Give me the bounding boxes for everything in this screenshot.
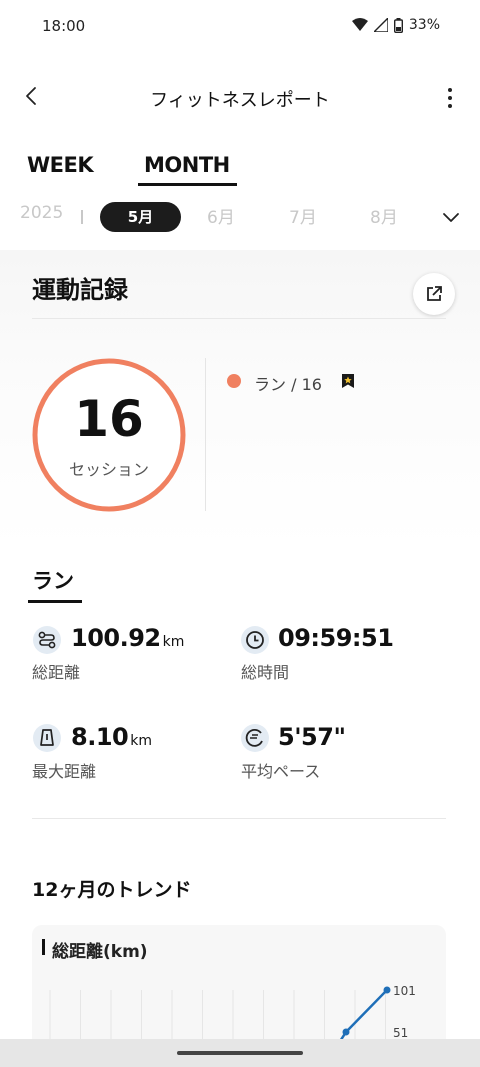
- status-bar: 18:00 33%: [0, 0, 480, 56]
- avg-pace: 5'57": [278, 723, 346, 751]
- signal-icon: [373, 18, 388, 32]
- total-distance-label: 総距離: [32, 663, 81, 682]
- status-icons: 33%: [351, 17, 440, 33]
- star-badge-icon: [342, 374, 354, 388]
- max-distance-unit: km: [130, 733, 152, 749]
- chart-title-marker: [42, 939, 45, 955]
- trend-chart: 101 51: [49, 984, 416, 1040]
- data-point: [383, 986, 391, 994]
- max-distance: 8.10 km: [71, 723, 152, 751]
- legend-dot: [227, 374, 241, 388]
- route-icon: [33, 626, 61, 654]
- max-distance-label: 最大距離: [32, 762, 97, 781]
- sessions-label: セッション: [68, 460, 149, 479]
- month-item[interactable]: 8月: [370, 203, 398, 231]
- home-handle[interactable]: [177, 1051, 303, 1055]
- share-button[interactable]: [413, 273, 455, 315]
- data-point: [342, 1028, 350, 1036]
- clock-icon: [241, 626, 269, 654]
- year-divider: [81, 210, 83, 224]
- share-icon: [427, 286, 442, 301]
- section-title: 運動記録: [32, 276, 128, 304]
- sessions-count: 16: [74, 390, 144, 448]
- month-item[interactable]: 6月: [207, 203, 235, 231]
- max-distance-value: 8.10: [71, 723, 129, 751]
- tab-week[interactable]: WEEK: [27, 153, 94, 177]
- status-time: 18:00: [42, 17, 86, 35]
- run-title[interactable]: ラン: [32, 565, 74, 595]
- tab-indicator: [138, 183, 237, 186]
- chart-title: 総距離(km): [52, 942, 148, 962]
- trend-title: 12ヶ月のトレンド: [32, 879, 192, 901]
- total-distance-unit: km: [162, 634, 185, 650]
- divider: [32, 818, 446, 819]
- wifi-icon: [351, 18, 368, 31]
- battery-icon: [393, 17, 403, 33]
- avg-pace-value: 5'57": [278, 723, 346, 751]
- total-distance-value: 100.92: [71, 624, 161, 652]
- run-tab-indicator: [28, 600, 82, 603]
- total-time: 09:59:51: [278, 624, 394, 652]
- page-title: フィットネスレポート: [150, 90, 330, 111]
- divider: [32, 318, 446, 319]
- shoe-icon: [33, 724, 61, 752]
- total-time-label: 総時間: [241, 663, 290, 682]
- tab-month[interactable]: MONTH: [144, 153, 230, 177]
- chevron-down-icon[interactable]: [440, 206, 462, 228]
- total-distance: 100.92 km: [71, 624, 184, 652]
- y-tick-label: 51: [393, 1026, 408, 1040]
- year-label: 2025: [20, 203, 64, 223]
- legend-run-count: ラン / 16: [254, 375, 322, 394]
- more-options-icon[interactable]: [438, 86, 462, 110]
- battery-percent: 33%: [408, 17, 440, 33]
- pace-icon: [241, 724, 269, 752]
- vertical-divider: [205, 358, 206, 511]
- total-time-value: 09:59:51: [278, 624, 394, 652]
- avg-pace-label: 平均ペース: [241, 762, 321, 781]
- month-selected[interactable]: 5月: [100, 202, 181, 232]
- month-item[interactable]: 7月: [289, 203, 317, 231]
- y-tick-label: 101: [393, 984, 416, 998]
